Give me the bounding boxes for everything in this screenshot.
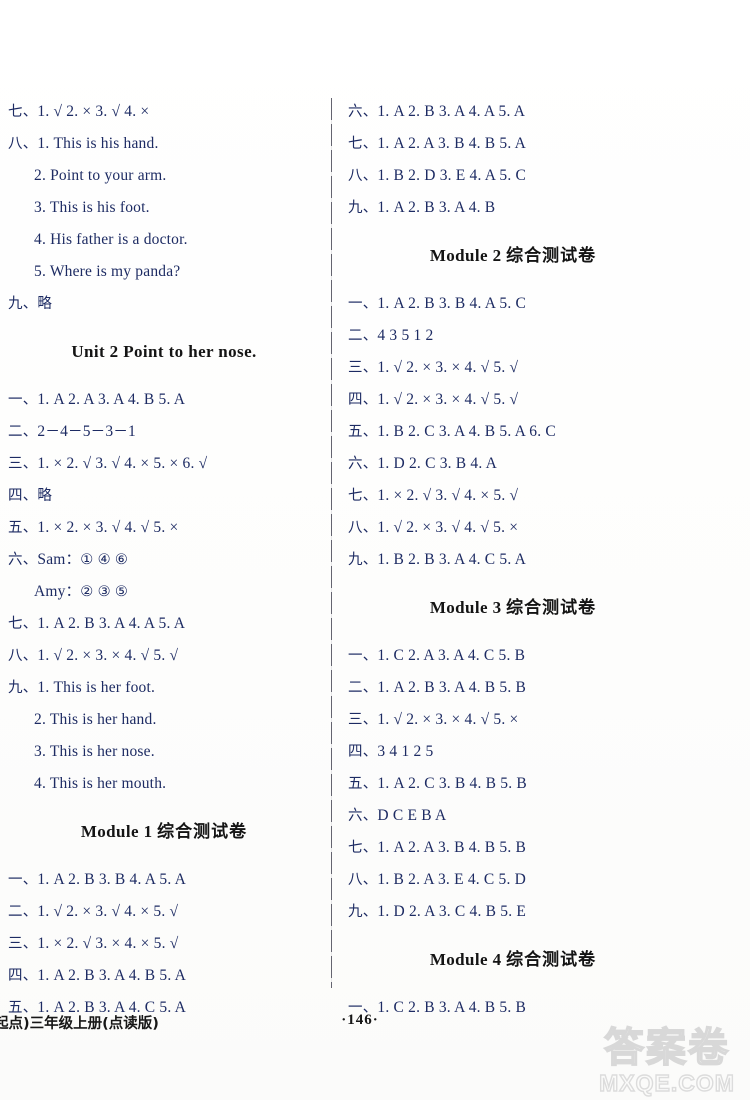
- answer-line: 5. Where is my panda?: [34, 263, 181, 280]
- answer-line: 3. This is her nose.: [34, 743, 155, 760]
- heading-spacer: [8, 848, 320, 864]
- answer-line: 二、1. A 2. B 3. A 4. B 5. B: [348, 679, 527, 696]
- answer-line: 四、1. A 2. B 3. A 4. B 5. A: [8, 967, 187, 984]
- answer-line: 六、Sam：① ④ ⑥: [8, 551, 129, 568]
- answer-line: 3. This is his foot.: [34, 199, 150, 216]
- answer-line: 一、1. A 2. B 3. B 4. A 5. C: [348, 295, 527, 312]
- answer-line: 七、1. √ 2. × 3. √ 4. ×: [8, 103, 150, 120]
- answer-line: 四、略: [8, 488, 53, 504]
- answer-line: 三、1. × 2. √ 3. × 4. × 5. √: [8, 935, 179, 952]
- answer-line: 六、D C E B A: [348, 807, 447, 824]
- answer-line: 七、1. A 2. B 3. A 4. A 5. A: [8, 615, 186, 632]
- heading-spacer: [348, 624, 678, 640]
- page-number: ·146·: [341, 1012, 379, 1028]
- watermark-url-text: MXQE.COM: [598, 1069, 735, 1096]
- answer-line: 七、1. A 2. A 3. B 4. B 5. A: [348, 135, 527, 152]
- heading-spacer: [8, 800, 320, 816]
- answer-line: 一、1. A 2. A 3. A 4. B 5. A: [8, 391, 186, 408]
- answer-line: 九、1. D 2. A 3. C 4. B 5. E: [348, 903, 527, 920]
- answer-line: 七、1. A 2. A 3. B 4. B 5. B: [348, 839, 527, 856]
- answer-line: 八、1. B 2. A 3. E 4. C 5. D: [348, 871, 527, 888]
- answer-line: 四、1. √ 2. × 3. × 4. √ 5. √: [348, 391, 519, 408]
- heading-spacer: [8, 368, 320, 384]
- heading-spacer: [348, 928, 678, 944]
- answer-line: 三、1. × 2. √ 3. √ 4. × 5. × 6. √: [8, 455, 208, 472]
- answer-line: 八、1. B 2. D 3. E 4. A 5. C: [348, 167, 527, 184]
- answer-line: 六、1. D 2. C 3. B 4. A: [348, 455, 498, 472]
- answer-line: 三、1. √ 2. × 3. × 4. √ 5. √: [348, 359, 519, 376]
- answer-line: 二、2－4－5－3－1: [8, 423, 136, 440]
- footer-book-title: 起点)三年级上册(点读版): [0, 1016, 159, 1032]
- answer-line: 五、1. × 2. × 3. √ 4. √ 5. ×: [8, 519, 179, 536]
- answer-line: 八、1. √ 2. × 3. × 4. √ 5. √: [8, 647, 179, 664]
- answer-line: 二、1. √ 2. × 3. √ 4. × 5. √: [8, 903, 179, 920]
- answer-line: 4. His father is a doctor.: [34, 231, 188, 248]
- left-column: 七、1. √ 2. × 3. √ 4. × 八、1. This is his ha…: [8, 96, 320, 1016]
- heading-spacer: [348, 976, 678, 992]
- heading-spacer: [8, 320, 320, 336]
- answer-line: 三、1. √ 2. × 3. × 4. √ 5. ×: [348, 711, 519, 728]
- answer-line: 九、1. A 2. B 3. A 4. B: [348, 199, 496, 216]
- answer-line: 五、1. A 2. C 3. B 4. B 5. B: [348, 775, 527, 792]
- answer-line: 2. Point to your arm.: [34, 167, 167, 184]
- answer-line: 八、1. This is his hand.: [8, 135, 159, 152]
- answer-line: 七、1. × 2. √ 3. √ 4. × 5. √: [348, 487, 519, 504]
- answer-line: 九、1. B 2. B 3. A 4. C 5. A: [348, 551, 527, 568]
- answer-line: 4. This is her mouth.: [34, 775, 167, 792]
- section-heading: Module 1 综合测试卷: [80, 822, 248, 842]
- answer-line: 六、1. A 2. B 3. A 4. A 5. A: [348, 103, 526, 120]
- two-column-body: 七、1. √ 2. × 3. √ 4. × 八、1. This is his ha…: [0, 96, 750, 1016]
- answer-line: 一、1. A 2. B 3. B 4. A 5. A: [8, 871, 187, 888]
- heading-spacer: [348, 576, 678, 592]
- answer-line: 八、1. √ 2. × 3. √ 4. √ 5. ×: [348, 519, 519, 536]
- answer-line: Amy：② ③ ⑤: [34, 583, 129, 600]
- page-footer: 起点)三年级上册(点读版) ·146·: [0, 1012, 750, 1042]
- answer-line: 五、1. B 2. C 3. A 4. B 5. A 6. C: [348, 423, 556, 440]
- answer-line: 2. This is her hand.: [34, 711, 157, 728]
- answer-line: 二、4 3 5 1 2: [348, 327, 434, 344]
- right-column: 六、1. A 2. B 3. A 4. A 5. A 七、1. A 2. A 3.…: [348, 96, 678, 1016]
- answer-line: 九、略: [8, 296, 53, 312]
- heading-spacer: [348, 224, 678, 240]
- answer-line: 四、3 4 1 2 5: [348, 743, 434, 760]
- section-heading: Module 2 综合测试卷: [429, 246, 597, 266]
- answer-key-page: 七、1. √ 2. × 3. √ 4. × 八、1. This is his ha…: [0, 0, 750, 1100]
- section-heading: Module 4 综合测试卷: [429, 950, 597, 970]
- section-heading: Unit 2 Point to her nose.: [71, 342, 257, 361]
- answer-line: 一、1. C 2. A 3. A 4. C 5. B: [348, 647, 526, 664]
- heading-spacer: [348, 272, 678, 288]
- answer-line: 九、1. This is her foot.: [8, 679, 156, 696]
- section-heading: Module 3 综合测试卷: [429, 598, 597, 618]
